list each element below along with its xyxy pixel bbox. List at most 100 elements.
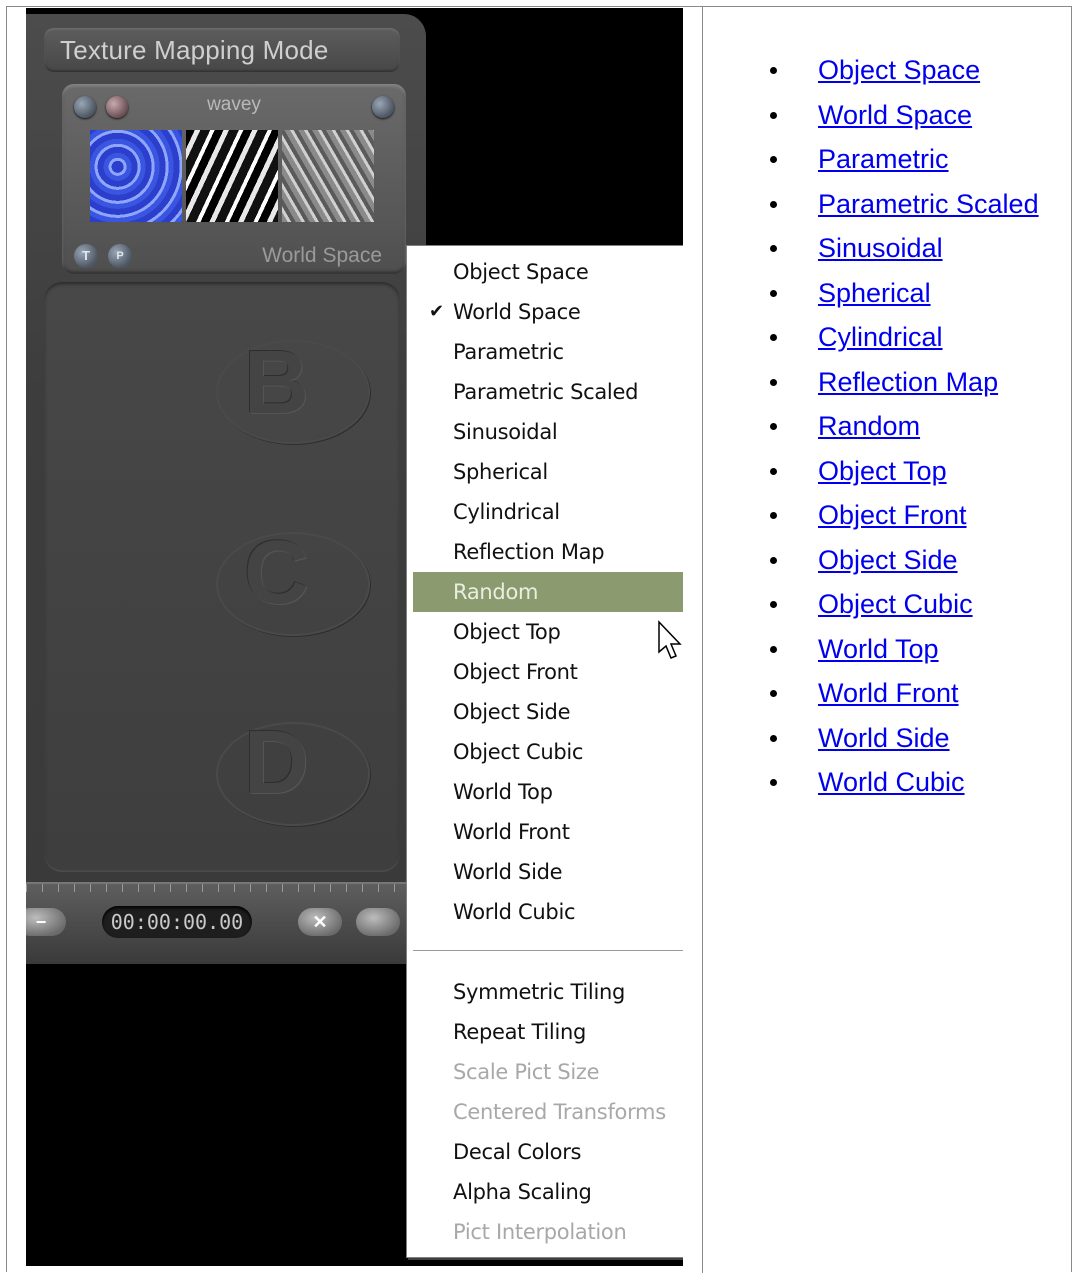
screenshot-area: Texture Mapping Mode wavey T P World Spa… (26, 8, 683, 1266)
menu-item[interactable]: World Side (413, 852, 683, 892)
time-bar: − 00:00:00.00 ✕ (26, 882, 426, 964)
menu-item-label: World Front (453, 820, 570, 844)
menu-option-item[interactable]: Alpha Scaling (413, 1172, 683, 1212)
slot-letter-b: B (244, 333, 309, 433)
menu-item-label: Object Top (453, 620, 561, 644)
p-button[interactable]: P (108, 244, 132, 268)
texture-panel: Texture Mapping Mode wavey T P World Spa… (26, 14, 426, 964)
menu-item[interactable]: ✔ World Space (413, 292, 683, 332)
mapping-link[interactable]: Object Cubic (818, 582, 973, 626)
menu-item-label: Reflection Map (453, 540, 605, 564)
menu-item-label: Object Side (453, 700, 571, 724)
mapping-link[interactable]: Sinusoidal (818, 226, 943, 270)
table-divider (702, 6, 703, 1273)
menu-item-label: Parametric (453, 340, 564, 364)
menu-option-label: Symmetric Tiling (453, 980, 626, 1004)
mapping-link[interactable]: Object Front (818, 493, 967, 537)
menu-item[interactable]: Random (413, 572, 683, 612)
menu-option-item[interactable]: Symmetric Tiling (413, 972, 683, 1012)
panel-title: Texture Mapping Mode (60, 35, 329, 65)
menu-item[interactable]: Cylindrical (413, 492, 683, 532)
mapping-link[interactable]: Object Side (818, 538, 958, 582)
title-bar: Texture Mapping Mode (44, 28, 400, 72)
bullet-icon (770, 601, 777, 608)
bullet-icon (770, 467, 777, 475)
menu-item-label: World Space (453, 300, 581, 324)
menu-item[interactable]: Parametric Scaled (413, 372, 683, 412)
mapping-link[interactable]: World Top (818, 627, 939, 671)
bullet-icon (770, 378, 777, 386)
slot-letter-c: C (244, 523, 309, 623)
slot-letter-d: D (244, 713, 309, 813)
texture-thumb-color[interactable] (90, 130, 182, 222)
mapping-mode-menu: Object Space ✔ World Space Parametric Parame… (406, 245, 683, 1258)
menu-item[interactable]: Object Side (413, 692, 683, 732)
bullet-icon (770, 156, 777, 163)
menu-item-label: Random (453, 580, 539, 604)
menu-separator (413, 950, 683, 954)
menu-option-label: Scale Pict Size (453, 1060, 600, 1084)
time-display: 00:00:00.00 (102, 906, 252, 938)
menu-item[interactable]: World Top (413, 772, 683, 812)
menu-item-label: World Cubic (453, 900, 576, 924)
menu-item-label: World Side (453, 860, 563, 884)
menu-item[interactable]: Sinusoidal (413, 412, 683, 452)
mapping-link[interactable]: Parametric Scaled (818, 182, 1039, 226)
menu-item-label: Object Cubic (453, 740, 584, 764)
mapping-link[interactable]: Spherical (818, 271, 931, 315)
mapping-link[interactable]: Cylindrical (818, 315, 943, 359)
mapping-link[interactable]: World Cubic (818, 760, 965, 804)
bullet-icon (770, 67, 777, 74)
menu-item[interactable]: World Cubic (413, 892, 683, 932)
menu-item[interactable]: World Front (413, 812, 683, 852)
menu-item[interactable]: Parametric (413, 332, 683, 372)
menu-option-item[interactable]: Decal Colors (413, 1132, 683, 1172)
menu-item-label: World Top (453, 780, 553, 804)
bullet-icon (770, 289, 777, 297)
texture-thumb-bump[interactable] (282, 130, 374, 222)
minus-button[interactable]: − (26, 908, 66, 936)
mapping-link[interactable]: Object Top (818, 449, 947, 493)
menu-option-label: Pict Interpolation (453, 1220, 627, 1244)
menu-option-item[interactable]: Repeat Tiling (413, 1012, 683, 1052)
bullet-icon (770, 690, 777, 697)
menu-item-label: Spherical (453, 460, 548, 484)
menu-option-item: Centered Transforms (413, 1092, 683, 1132)
menu-item-label: Object Space (453, 260, 589, 284)
cancel-button[interactable]: ✕ (298, 908, 342, 936)
menu-item[interactable]: Object Cubic (413, 732, 683, 772)
t-button[interactable]: T (74, 244, 98, 268)
mapping-link[interactable]: Random (818, 404, 920, 448)
menu-item[interactable]: Object Front (413, 652, 683, 692)
mapping-link[interactable]: Parametric (818, 137, 949, 181)
bullet-icon (770, 556, 777, 564)
menu-option-label: Decal Colors (453, 1140, 582, 1164)
check-button[interactable] (356, 908, 400, 936)
menu-option-item: Pict Interpolation (413, 1212, 683, 1252)
mapping-link[interactable]: Object Space (818, 48, 980, 92)
menu-item-label: Parametric Scaled (453, 380, 639, 404)
menu-item[interactable]: Object Top (413, 612, 683, 652)
texture-name: wavey (207, 94, 261, 115)
menu-item-label: Cylindrical (453, 500, 560, 524)
menu-item[interactable]: Spherical (413, 452, 683, 492)
bullet-icon (770, 245, 777, 252)
menu-item[interactable]: Reflection Map (413, 532, 683, 572)
menu-item[interactable]: Object Space (413, 252, 683, 292)
mapping-link[interactable]: World Space (818, 93, 972, 137)
mapping-link[interactable]: World Side (818, 716, 950, 760)
checkmark-icon: ✔ (429, 301, 444, 322)
menu-option-label: Centered Transforms (453, 1100, 666, 1124)
bullet-icon (770, 779, 777, 786)
bullet-icon (770, 512, 777, 519)
bullet-icon (770, 734, 777, 742)
texture-thumb-transparency[interactable] (186, 130, 278, 222)
mapping-link[interactable]: World Front (818, 671, 959, 715)
mapping-mode-label[interactable]: World Space (262, 244, 382, 268)
mapping-link[interactable]: Reflection Map (818, 360, 998, 404)
texture-slots: B C D (44, 282, 400, 872)
texture-frame: wavey T P World Space (62, 84, 406, 274)
menu-option-label: Alpha Scaling (453, 1180, 592, 1204)
timeline-ticks (26, 884, 426, 892)
menu-option-label: Repeat Tiling (453, 1020, 587, 1044)
